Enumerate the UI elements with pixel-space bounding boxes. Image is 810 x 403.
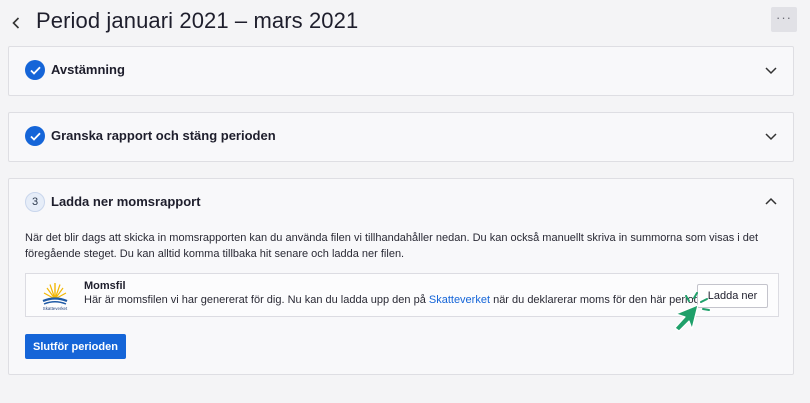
chevron-down-icon[interactable] [765, 65, 777, 75]
check-icon [25, 126, 45, 146]
step-card-review: Granska rapport och stäng perioden [8, 112, 794, 162]
step-card-download: 3 Ladda ner momsrapport När det blir dag… [8, 178, 794, 375]
step-title: Ladda ner momsrapport [51, 194, 201, 209]
skatteverket-link[interactable]: Skatteverket [429, 294, 490, 306]
chevron-down-icon[interactable] [765, 131, 777, 141]
file-item: Skatteverket Momsfil Här är momsfilen vi… [25, 273, 779, 317]
skatteverket-logo: Skatteverket [42, 283, 68, 311]
download-button[interactable]: Ladda ner [697, 284, 768, 308]
step-number: 3 [25, 192, 45, 212]
step-card-reconciliation: Avstämning [8, 46, 794, 96]
step-title: Granska rapport och stäng perioden [51, 128, 276, 143]
step-description: När det blir dags att skicka in momsrapp… [25, 232, 759, 260]
check-icon [25, 60, 45, 80]
chevron-up-icon[interactable] [765, 197, 777, 207]
step-header-review[interactable]: Granska rapport och stäng perioden [9, 113, 793, 161]
file-description: Här är momsfilen vi har genererat för di… [84, 294, 716, 306]
step-header-reconciliation[interactable]: Avstämning [9, 47, 793, 95]
step-title: Avstämning [51, 62, 125, 77]
more-options-button[interactable]: ··· [771, 7, 797, 32]
file-name: Momsfil [84, 280, 126, 292]
back-icon[interactable] [9, 14, 23, 32]
step-header-download[interactable]: 3 Ladda ner momsrapport [9, 179, 793, 227]
more-icon: ··· [776, 10, 792, 25]
page-title: Period januari 2021 – mars 2021 [36, 8, 359, 33]
svg-text:Skatteverket: Skatteverket [43, 306, 68, 311]
finish-period-button[interactable]: Slutför perioden [25, 334, 126, 359]
page-header: Period januari 2021 – mars 2021 ··· [0, 0, 810, 44]
